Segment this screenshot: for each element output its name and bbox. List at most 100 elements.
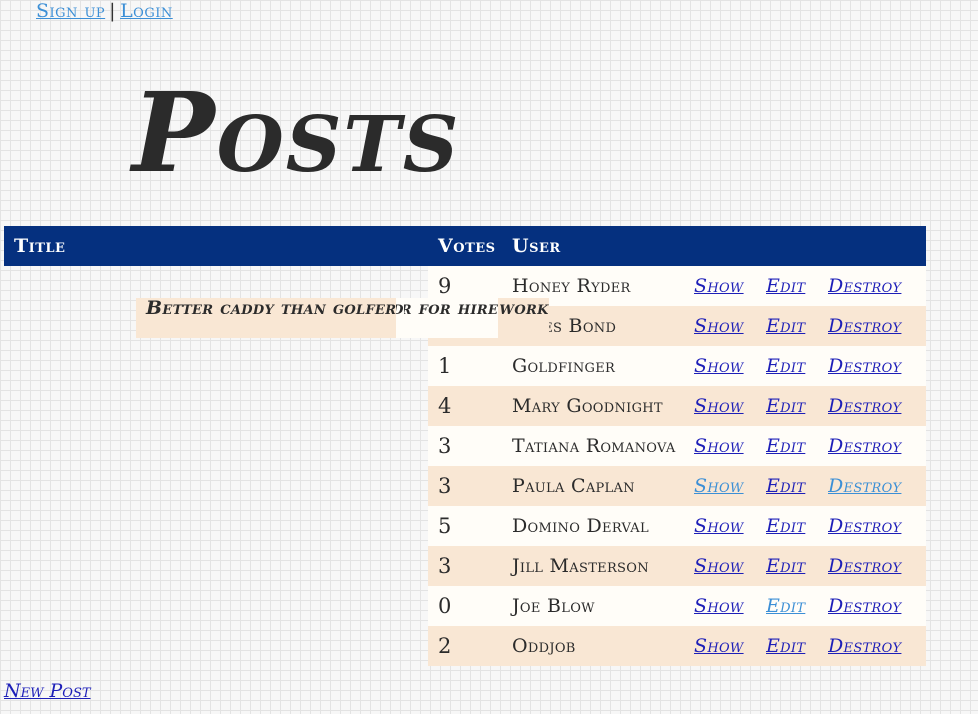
header-empty bbox=[766, 226, 828, 266]
edit-cell: Edit bbox=[766, 266, 828, 306]
post-user-cell: Oddjob bbox=[502, 626, 694, 666]
post-votes-cell: 0 bbox=[428, 586, 502, 626]
show-link[interactable]: Show bbox=[694, 635, 744, 657]
destroy-cell: Destroy bbox=[828, 626, 926, 666]
header-user: User bbox=[502, 226, 694, 266]
destroy-link[interactable]: Destroy bbox=[828, 435, 901, 457]
destroy-cell: Destroy bbox=[828, 306, 926, 346]
table-header-row: Title Votes User bbox=[4, 226, 926, 266]
destroy-link[interactable]: Destroy bbox=[828, 595, 901, 617]
show-cell: Show bbox=[694, 386, 766, 426]
show-cell: Show bbox=[694, 466, 766, 506]
destroy-link[interactable]: Destroy bbox=[828, 275, 901, 297]
edit-link[interactable]: Edit bbox=[766, 435, 805, 457]
show-link[interactable]: Show bbox=[694, 315, 744, 337]
post-user-cell: Mary Goodnight bbox=[502, 386, 694, 426]
new-post-container: New Post bbox=[4, 680, 91, 702]
edit-cell: Edit bbox=[766, 346, 828, 386]
edit-cell: Edit bbox=[766, 626, 828, 666]
edit-link[interactable]: Edit bbox=[766, 395, 805, 417]
show-link[interactable]: Show bbox=[694, 275, 744, 297]
post-user-cell: Domino Derval bbox=[502, 506, 694, 546]
show-link[interactable]: Show bbox=[694, 355, 744, 377]
post-votes-cell: 2 bbox=[428, 626, 502, 666]
destroy-cell: Destroy bbox=[828, 586, 926, 626]
post-votes-cell: 1 bbox=[428, 346, 502, 386]
table-row: Need rails devs3Tatiana RomanovaShowEdit… bbox=[4, 298, 926, 466]
show-cell: Show bbox=[694, 506, 766, 546]
show-link[interactable]: Show bbox=[694, 435, 744, 457]
edit-link[interactable]: Edit bbox=[766, 515, 805, 537]
destroy-link[interactable]: Destroy bbox=[828, 475, 901, 497]
top-nav: Sign up | Login bbox=[36, 0, 173, 22]
new-post-link[interactable]: New Post bbox=[4, 680, 91, 702]
table-row: Personnal Chef3Jill MastersonShowEditDes… bbox=[4, 298, 926, 586]
edit-cell: Edit bbox=[766, 306, 828, 346]
post-votes-cell: 3 bbox=[428, 546, 502, 586]
post-votes-cell: 4 bbox=[428, 386, 502, 426]
header-votes: Votes bbox=[428, 226, 502, 266]
post-user-cell: Tatiana Romanova bbox=[502, 426, 694, 466]
header-empty bbox=[828, 226, 926, 266]
post-user-cell: Jill Masterson bbox=[502, 546, 694, 586]
edit-link[interactable]: Edit bbox=[766, 475, 805, 497]
show-link[interactable]: Show bbox=[694, 515, 744, 537]
edit-cell: Edit bbox=[766, 586, 828, 626]
nav-separator: | bbox=[109, 0, 117, 22]
table-row: Professional photographer for hire5Domin… bbox=[4, 298, 926, 546]
edit-link[interactable]: Edit bbox=[766, 355, 805, 377]
edit-link[interactable]: Edit bbox=[766, 635, 805, 657]
destroy-cell: Destroy bbox=[828, 546, 926, 586]
post-user-cell: Joe Blow bbox=[502, 586, 694, 626]
edit-cell: Edit bbox=[766, 426, 828, 466]
header-empty bbox=[694, 226, 766, 266]
show-cell: Show bbox=[694, 426, 766, 466]
edit-cell: Edit bbox=[766, 386, 828, 426]
post-title-cell: Better caddy than golfer bbox=[136, 298, 397, 338]
table-row: Better caddy than golfer 2 Oddjob Show Edit D… bbox=[4, 298, 926, 666]
posts-table: Title Votes User Freelance Web Dev9Honey… bbox=[4, 226, 926, 666]
edit-cell: Edit bbox=[766, 506, 828, 546]
destroy-link[interactable]: Destroy bbox=[828, 635, 901, 657]
table-row: need mobile devs1GoldfingerShowEditDestr… bbox=[4, 298, 926, 386]
page-title: Posts bbox=[132, 68, 461, 197]
signup-link[interactable]: Sign up bbox=[36, 0, 105, 22]
edit-link[interactable]: Edit bbox=[766, 595, 805, 617]
show-cell: Show bbox=[694, 546, 766, 586]
edit-link[interactable]: Edit bbox=[766, 275, 805, 297]
post-votes-cell: 3 bbox=[428, 426, 502, 466]
show-link[interactable]: Show bbox=[694, 475, 744, 497]
table-row: Landscaping and Firewood0Joe BlowShowEdi… bbox=[4, 298, 926, 626]
destroy-cell: Destroy bbox=[828, 506, 926, 546]
post-votes-cell: 3 bbox=[428, 466, 502, 506]
show-link[interactable]: Show bbox=[694, 595, 744, 617]
destroy-cell: Destroy bbox=[828, 386, 926, 426]
post-votes-cell: 5 bbox=[428, 506, 502, 546]
header-title: Title bbox=[4, 226, 428, 266]
show-cell: Show bbox=[694, 346, 766, 386]
edit-cell: Edit bbox=[766, 466, 828, 506]
post-user-cell: Goldfinger bbox=[502, 346, 694, 386]
destroy-cell: Destroy bbox=[828, 466, 926, 506]
show-cell: Show bbox=[694, 626, 766, 666]
edit-link[interactable]: Edit bbox=[766, 555, 805, 577]
show-cell: Show bbox=[694, 306, 766, 346]
show-cell: Show bbox=[694, 266, 766, 306]
edit-cell: Edit bbox=[766, 546, 828, 586]
show-cell: Show bbox=[694, 586, 766, 626]
destroy-link[interactable]: Destroy bbox=[828, 355, 901, 377]
show-link[interactable]: Show bbox=[694, 395, 744, 417]
table-row: New in Town3Paula CaplanShowEditDestroy bbox=[4, 298, 926, 506]
show-link[interactable]: Show bbox=[694, 555, 744, 577]
destroy-link[interactable]: Destroy bbox=[828, 555, 901, 577]
destroy-link[interactable]: Destroy bbox=[828, 395, 901, 417]
post-user-cell: Paula Caplan bbox=[502, 466, 694, 506]
destroy-cell: Destroy bbox=[828, 426, 926, 466]
destroy-link[interactable]: Destroy bbox=[828, 315, 901, 337]
destroy-cell: Destroy bbox=[828, 266, 926, 306]
edit-link[interactable]: Edit bbox=[766, 315, 805, 337]
login-link[interactable]: Login bbox=[120, 0, 173, 22]
destroy-link[interactable]: Destroy bbox=[828, 515, 901, 537]
table-body: Freelance Web Dev9Honey RyderShowEditDes… bbox=[4, 266, 926, 666]
destroy-cell: Destroy bbox=[828, 346, 926, 386]
